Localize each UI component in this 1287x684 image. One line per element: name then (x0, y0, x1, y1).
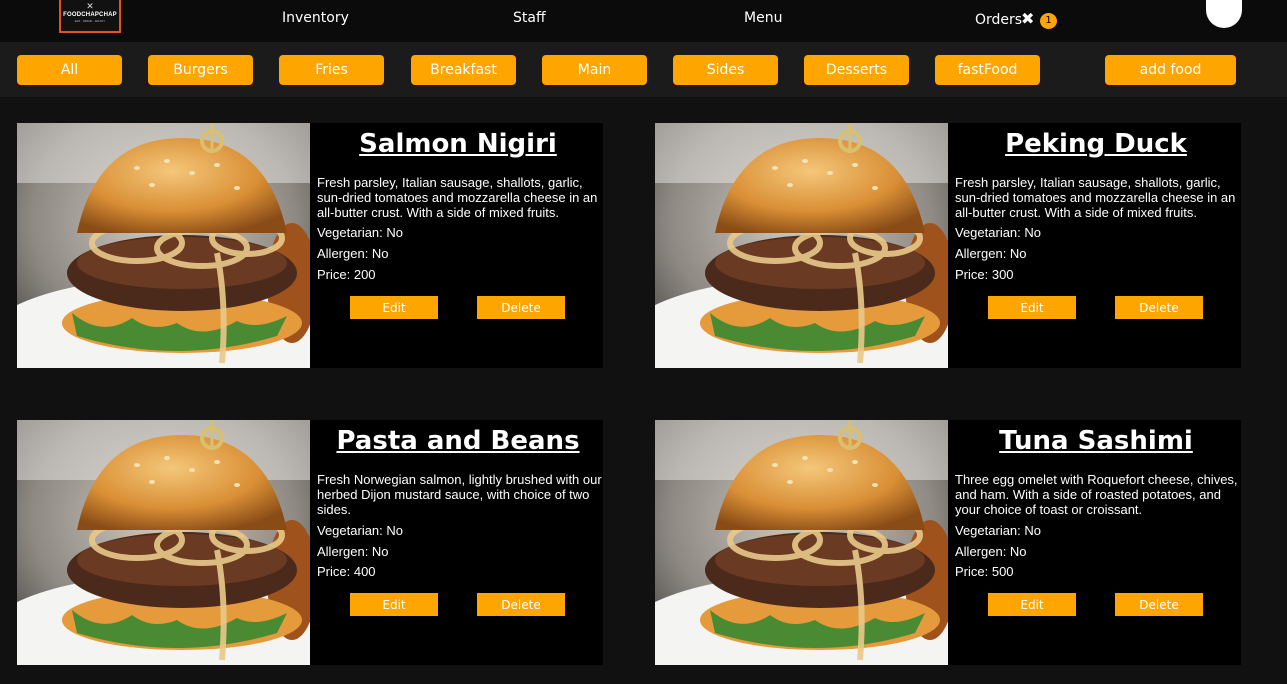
food-allergen: Allergen: No (317, 544, 389, 559)
food-image (655, 123, 948, 368)
food-card-body: Salmon Nigiri Fresh parsley, Italian sau… (317, 123, 603, 368)
orders-count-badge: 1 (1040, 13, 1057, 29)
delete-button[interactable]: Delete (1115, 593, 1203, 616)
logo-subtitle: EAT · DRINK · ENJOY (74, 19, 106, 23)
fork-knife-icon: ✕ (86, 1, 94, 11)
food-image (655, 420, 948, 665)
category-main-button[interactable]: Main (542, 55, 647, 85)
nav-inventory[interactable]: Inventory (282, 10, 349, 26)
food-allergen: Allergen: No (955, 544, 1027, 559)
category-fastfood-button[interactable]: fastFood (935, 55, 1040, 85)
category-burgers-button[interactable]: Burgers (148, 55, 253, 85)
nav-orders[interactable]: Orders (975, 12, 1022, 28)
delete-button[interactable]: Delete (477, 593, 565, 616)
food-title: Tuna Sashimi (999, 426, 1193, 456)
food-card-body: Tuna Sashimi Three egg omelet with Roque… (955, 420, 1241, 665)
food-price: Price: 400 (317, 564, 376, 579)
food-allergen: Allergen: No (317, 246, 389, 261)
food-card: Peking Duck Fresh parsley, Italian sausa… (655, 123, 1241, 368)
category-fries-button[interactable]: Fries (279, 55, 384, 85)
food-vegetarian: Vegetarian: No (955, 523, 1042, 538)
category-bar: All Burgers Fries Breakfast Main Sides D… (0, 42, 1287, 97)
food-description: Fresh Norwegian salmon, lightly brushed … (317, 472, 602, 517)
food-card-body: Pasta and Beans Fresh Norwegian salmon, … (317, 420, 603, 665)
brand-logo[interactable]: ✕ FOODCHAPCHAP EAT · DRINK · ENJOY (59, 0, 121, 33)
delete-button[interactable]: Delete (1115, 296, 1203, 319)
food-title: Salmon Nigiri (359, 129, 557, 159)
add-food-button[interactable]: add food (1105, 55, 1236, 85)
avatar[interactable] (1206, 0, 1242, 28)
food-image (17, 123, 310, 368)
category-all-button[interactable]: All (17, 55, 122, 85)
food-image (17, 420, 310, 665)
food-title: Peking Duck (1005, 129, 1187, 159)
food-vegetarian: Vegetarian: No (317, 523, 404, 538)
fork-knife-icon[interactable]: ✖ (1021, 9, 1034, 29)
nav-staff[interactable]: Staff (513, 10, 546, 26)
logo-text: FOODCHAPCHAP (63, 12, 117, 18)
food-card-body: Peking Duck Fresh parsley, Italian sausa… (955, 123, 1241, 368)
food-description: Fresh parsley, Italian sausage, shallots… (317, 175, 598, 220)
nav-menu[interactable]: Menu (744, 10, 782, 26)
food-title: Pasta and Beans (336, 426, 580, 456)
food-price: Price: 500 (955, 564, 1014, 579)
food-description: Fresh parsley, Italian sausage, shallots… (955, 175, 1236, 220)
category-sides-button[interactable]: Sides (673, 55, 778, 85)
food-price: Price: 300 (955, 267, 1014, 282)
food-allergen: Allergen: No (955, 246, 1027, 261)
food-card: Salmon Nigiri Fresh parsley, Italian sau… (17, 123, 603, 368)
category-desserts-button[interactable]: Desserts (804, 55, 909, 85)
edit-button[interactable]: Edit (988, 593, 1076, 616)
edit-button[interactable]: Edit (350, 296, 438, 319)
food-card: Tuna Sashimi Three egg omelet with Roque… (655, 420, 1241, 665)
delete-button[interactable]: Delete (477, 296, 565, 319)
food-vegetarian: Vegetarian: No (955, 225, 1042, 240)
category-breakfast-button[interactable]: Breakfast (411, 55, 516, 85)
edit-button[interactable]: Edit (350, 593, 438, 616)
edit-button[interactable]: Edit (988, 296, 1076, 319)
top-nav: ✕ FOODCHAPCHAP EAT · DRINK · ENJOY Inven… (0, 0, 1287, 42)
food-vegetarian: Vegetarian: No (317, 225, 404, 240)
food-price: Price: 200 (317, 267, 376, 282)
food-card: Pasta and Beans Fresh Norwegian salmon, … (17, 420, 603, 665)
food-description: Three egg omelet with Roquefort cheese, … (955, 472, 1238, 517)
